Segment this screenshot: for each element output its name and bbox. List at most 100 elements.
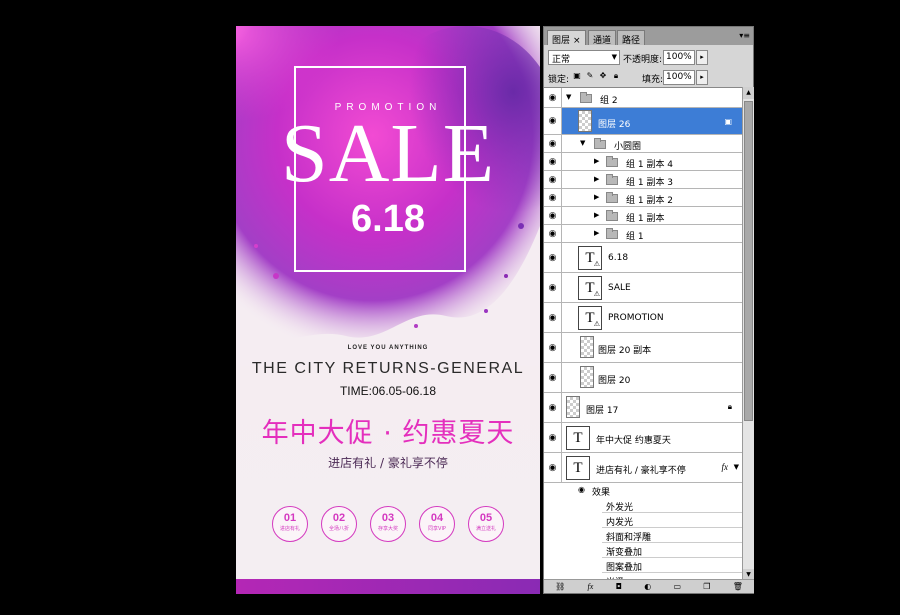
effect-item[interactable]: 斜面和浮雕 <box>544 528 742 543</box>
add-mask-icon[interactable]: ◘ <box>616 582 622 591</box>
date-618: 6.18 <box>351 198 425 240</box>
layer-20[interactable]: ◉ 图层 20 <box>544 363 742 393</box>
benefit-circle: 03 存享大奖 <box>370 506 406 542</box>
layer-group-1-copy[interactable]: ◉ ▶ 组 1 副本 <box>544 207 742 225</box>
cn-title: 年中大促 · 约惠夏天 <box>261 418 515 449</box>
layer-thumbnail <box>578 110 592 132</box>
fill-label: 填充: <box>642 75 664 85</box>
close-icon[interactable]: × <box>573 36 581 46</box>
expand-triangle-icon[interactable]: ▶ <box>594 229 599 237</box>
lock-position-icon[interactable]: ✥ <box>598 70 608 82</box>
time-range: TIME:06.05-06.18 <box>339 384 437 398</box>
workspace: PROMOTION SALE 6.18 LOVE YOU ANYTHING TH… <box>0 0 900 615</box>
eye-icon[interactable]: ◉ <box>544 171 562 188</box>
effect-item[interactable]: 渐变叠加 <box>544 543 742 558</box>
text-layer-icon: T ⚠ <box>578 246 602 270</box>
chevron-down-icon: ▼ <box>611 53 617 61</box>
scroll-up-icon[interactable]: ▲ <box>743 87 754 99</box>
eye-icon[interactable]: ◉ <box>544 153 562 170</box>
tab-layers[interactable]: 图层 × <box>547 30 586 46</box>
lock-image-icon[interactable]: ✎ <box>585 70 595 82</box>
layer-group-1-copy-4[interactable]: ◉ ▶ 组 1 副本 4 <box>544 153 742 171</box>
text-layer-icon: T <box>566 456 590 480</box>
lock-transparency-icon[interactable]: ▣ <box>572 70 582 82</box>
layer-group-small-circle[interactable]: ◉ ▼ 小圆圈 <box>544 135 742 153</box>
layer-text-promotion[interactable]: ◉ T ⚠ PROMOTION <box>544 303 742 333</box>
benefit-circles: 01 进店有礼 02 全场八折 03 存享大奖 04 同享VIP 05 满立送礼 <box>272 506 504 546</box>
layer-text-sale[interactable]: ◉ T ⚠ SALE <box>544 273 742 303</box>
panel-menu-icon[interactable]: ▾≡ <box>739 31 750 40</box>
opacity-input[interactable]: 100% <box>663 50 695 65</box>
scroll-thumb[interactable] <box>744 101 753 421</box>
folder-icon <box>606 228 618 239</box>
layer-26[interactable]: ◉ 图层 26 ▣ <box>544 108 742 135</box>
eye-icon[interactable]: ◉ <box>544 108 562 134</box>
fx-icon[interactable]: fx <box>722 462 729 472</box>
effect-item[interactable]: 图案叠加 <box>544 558 742 573</box>
sale-title: SALE <box>281 107 495 200</box>
layer-group-1-copy-2[interactable]: ◉ ▶ 组 1 副本 2 <box>544 189 742 207</box>
opacity-slider-button[interactable]: ▸ <box>696 50 708 65</box>
city-headline: THE CITY RETURNS-GENERAL <box>251 360 525 377</box>
layer-group-1[interactable]: ◉ ▶ 组 1 <box>544 225 742 243</box>
lock-badge-icon: 🔒︎ <box>727 402 732 411</box>
eye-icon[interactable]: ◉ <box>544 273 562 302</box>
love-text: LOVE YOU ANYTHING <box>347 345 429 351</box>
link-layers-icon[interactable]: ⛓ <box>555 582 565 591</box>
effects-header[interactable]: ◉ 效果 <box>544 483 742 498</box>
fill-input[interactable]: 100% <box>663 70 695 85</box>
eye-icon[interactable]: ◉ <box>544 453 562 482</box>
layer-group-1-copy-3[interactable]: ◉ ▶ 组 1 副本 3 <box>544 171 742 189</box>
eye-icon[interactable]: ◉ <box>544 88 562 107</box>
eye-icon[interactable]: ◉ <box>544 393 562 422</box>
add-style-icon[interactable]: fx <box>588 582 594 591</box>
benefit-circle: 04 同享VIP <box>419 506 455 542</box>
eye-icon[interactable]: ◉ <box>544 207 562 224</box>
text-layer-icon: T ⚠ <box>578 276 602 300</box>
folder-icon <box>580 92 592 103</box>
layer-20-copy[interactable]: ◉ 图层 20 副本 <box>544 333 742 363</box>
eye-icon[interactable]: ◉ <box>544 423 562 452</box>
folder-icon <box>594 138 606 149</box>
effect-item[interactable]: 内发光 <box>544 513 742 528</box>
bottom-bar <box>236 579 540 594</box>
effect-item[interactable]: 外发光 <box>544 498 742 513</box>
layers-panel: 图层 × 通道 路径 ▾≡ 正常 ▼ 不透明度: 100% ▸ 锁定: ▣ ✎ ✥ … <box>543 26 754 594</box>
lock-all-icon[interactable]: 🔒︎ <box>611 70 621 82</box>
eye-icon[interactable]: ◉ <box>544 363 562 392</box>
expand-triangle-icon[interactable]: ▶ <box>594 211 599 219</box>
panel-footer: ⛓ fx ◘ ◐ ▭ ❐ 🗑︎ <box>544 579 754 593</box>
fill-slider-button[interactable]: ▸ <box>696 70 708 85</box>
poster-canvas[interactable]: PROMOTION SALE 6.18 LOVE YOU ANYTHING TH… <box>236 26 540 594</box>
layer-text-cn-sub[interactable]: ◉ T 进店有礼 / 豪礼享不停 fx ▼ <box>544 453 742 483</box>
eye-icon[interactable]: ◉ <box>578 485 585 494</box>
expand-triangle-icon[interactable]: ▶ <box>594 157 599 165</box>
blend-mode-select[interactable]: 正常 ▼ <box>548 50 620 65</box>
layer-group-2[interactable]: ◉ ▼ 组 2 <box>544 88 742 108</box>
layer-text-618[interactable]: ◉ T ⚠ 6.18 <box>544 243 742 273</box>
lock-badge-icon: ▣ <box>724 117 732 126</box>
eye-icon[interactable]: ◉ <box>544 189 562 206</box>
expand-triangle-icon[interactable]: ▼ <box>566 93 571 101</box>
layer-17[interactable]: ◉ 图层 17 🔒︎ <box>544 393 742 423</box>
delete-layer-icon[interactable]: 🗑︎ <box>733 582 743 591</box>
expand-triangle-icon[interactable]: ▶ <box>594 193 599 201</box>
text-layer-icon: T ⚠ <box>578 306 602 330</box>
lock-icons: ▣ ✎ ✥ 🔒︎ <box>572 70 621 82</box>
layers-scrollbar[interactable]: ▲ ▼ <box>742 87 754 581</box>
expand-triangle-icon[interactable]: ▼ <box>734 463 739 471</box>
folder-icon <box>606 192 618 203</box>
new-layer-icon[interactable]: ❐ <box>703 582 710 591</box>
eye-icon[interactable]: ◉ <box>544 135 562 152</box>
tab-paths[interactable]: 路径 <box>617 30 646 46</box>
tab-channels[interactable]: 通道 <box>588 30 617 46</box>
eye-icon[interactable]: ◉ <box>544 333 562 362</box>
eye-icon[interactable]: ◉ <box>544 303 562 332</box>
adjustment-layer-icon[interactable]: ◐ <box>644 582 651 591</box>
eye-icon[interactable]: ◉ <box>544 225 562 242</box>
expand-triangle-icon[interactable]: ▶ <box>594 175 599 183</box>
new-group-icon[interactable]: ▭ <box>673 582 681 591</box>
expand-triangle-icon[interactable]: ▼ <box>580 139 585 147</box>
layer-text-cn-title[interactable]: ◉ T 年中大促 约惠夏天 <box>544 423 742 453</box>
eye-icon[interactable]: ◉ <box>544 243 562 272</box>
